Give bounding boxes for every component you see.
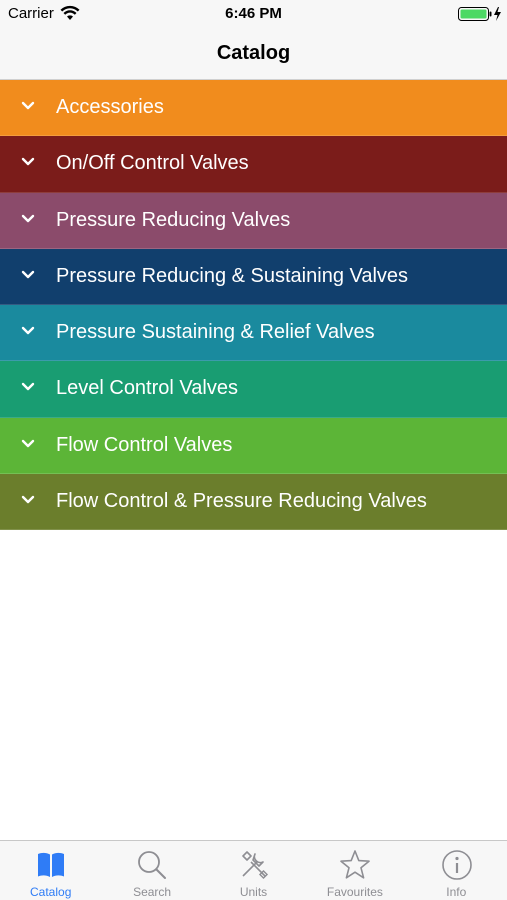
chevron-down-icon: [21, 326, 35, 335]
catalog-row-label: Flow Control & Pressure Reducing Valves: [56, 489, 427, 512]
catalog-row-label: Pressure Reducing Valves: [56, 208, 291, 231]
navigation-bar: Catalog: [0, 28, 507, 80]
catalog-row-on-off-control-valves[interactable]: On/Off Control Valves: [0, 136, 507, 193]
tab-label: Info: [446, 885, 467, 899]
tab-label: Search: [133, 885, 172, 899]
tab-label: Favourites: [326, 885, 383, 899]
catalog-list: Accessories On/Off Control Valves Pressu…: [0, 80, 507, 530]
catalog-row-label: On/Off Control Valves: [56, 152, 249, 175]
catalog-row-flow-control-valves[interactable]: Flow Control Valves: [0, 417, 507, 474]
tab-label: Units: [239, 885, 268, 899]
tab-favourites[interactable]: Favourites: [304, 841, 405, 900]
catalog-row-label: Flow Control Valves: [56, 433, 233, 456]
catalog-row-level-control-valves[interactable]: Level Control Valves: [0, 361, 507, 418]
chevron-down-icon: [21, 383, 35, 391]
catalog-row-label: Accessories: [56, 96, 164, 118]
chevron-down-icon: [21, 101, 35, 110]
catalog-row-flow-control-pressure-reducing-valves[interactable]: Flow Control & Pressure Reducing Valves: [0, 473, 507, 530]
tab-label: Catalog: [30, 885, 72, 899]
page-title: Catalog: [216, 42, 291, 64]
catalog-row-label: Pressure Reducing & Sustaining Valves: [56, 264, 409, 287]
chevron-down-icon: [21, 214, 35, 222]
star-icon: [340, 850, 370, 879]
chevron-down-icon: [21, 158, 35, 166]
catalog-row-pressure-sustaining-relief-valves[interactable]: Pressure Sustaining & Relief Valves: [0, 305, 507, 362]
catalog-row-pressure-reducing-valves[interactable]: Pressure Reducing Valves: [0, 192, 507, 249]
tab-catalog[interactable]: Catalog: [0, 841, 101, 900]
status-time: 6:46 PM: [225, 5, 282, 22]
book-icon: [38, 852, 64, 877]
tools-icon: [241, 851, 268, 880]
tab-units[interactable]: Units: [203, 841, 304, 900]
catalog-row-accessories[interactable]: Accessories: [0, 80, 507, 137]
catalog-row-label: Pressure Sustaining & Relief Valves: [56, 321, 375, 343]
tab-search[interactable]: Search: [101, 841, 202, 900]
chevron-down-icon: [21, 495, 35, 503]
catalog-row-label: Level Control Valves: [56, 377, 238, 400]
status-bar: Carrier 6:46 PM: [0, 0, 507, 28]
info-icon: [441, 850, 472, 880]
catalog-row-pressure-reducing-sustaining-valves[interactable]: Pressure Reducing & Sustaining Valves: [0, 248, 507, 305]
tab-bar: Catalog Search Units Favourites Info: [0, 840, 507, 900]
chevron-down-icon: [21, 270, 35, 278]
tab-info[interactable]: Info: [406, 841, 507, 900]
search-icon: [138, 851, 167, 879]
battery-icon: [458, 7, 501, 21]
chevron-down-icon: [21, 439, 35, 447]
